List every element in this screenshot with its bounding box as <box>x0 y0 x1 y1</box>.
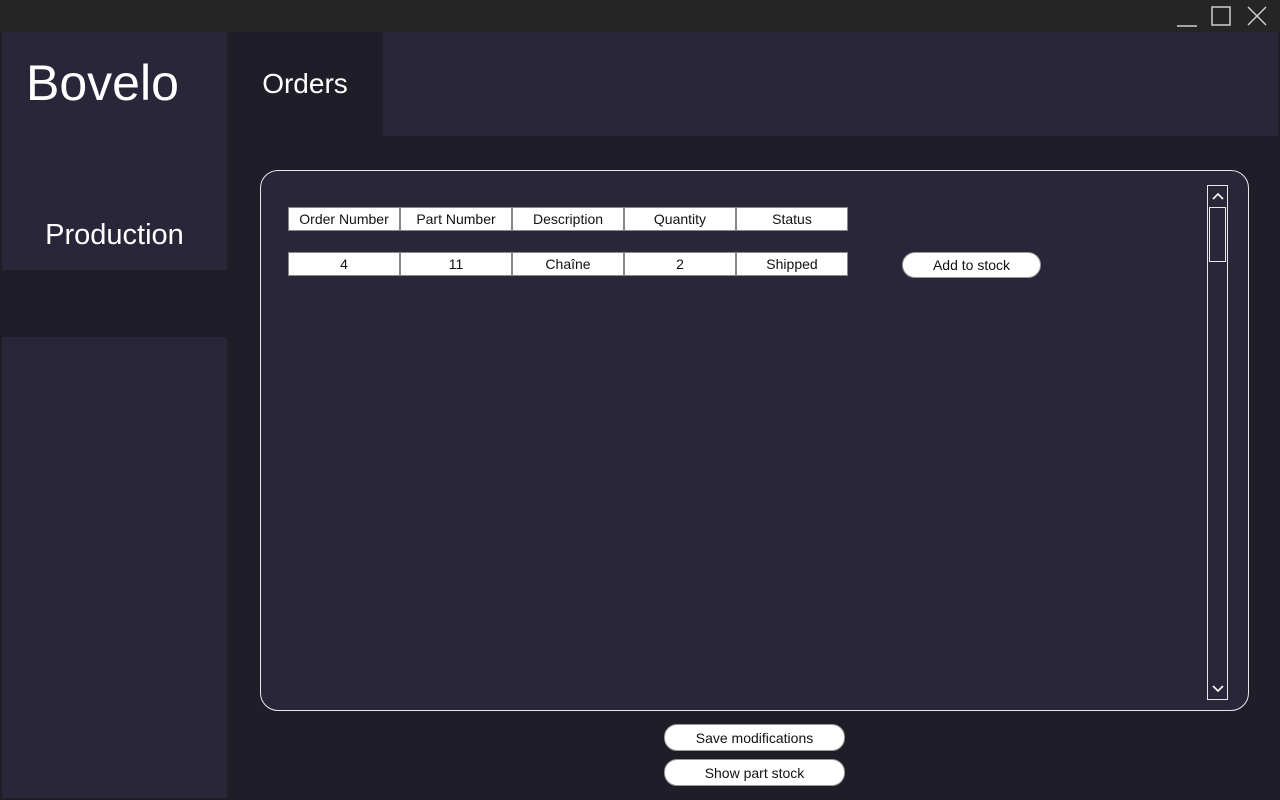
column-header-order-number: Order Number <box>288 207 400 231</box>
minimize-icon <box>1177 25 1197 27</box>
add-to-stock-button[interactable]: Add to stock <box>902 252 1041 278</box>
maximize-button[interactable] <box>1204 0 1238 32</box>
cell-part-number[interactable]: 11 <box>400 252 512 276</box>
window-titlebar <box>0 0 1280 32</box>
header-bar <box>383 32 1278 136</box>
tab-orders[interactable]: Orders <box>227 32 383 136</box>
scrollbar-thumb[interactable] <box>1209 207 1226 262</box>
show-part-stock-button[interactable]: Show part stock <box>664 759 845 786</box>
vertical-scrollbar[interactable] <box>1207 185 1228 700</box>
maximize-icon <box>1211 6 1231 26</box>
close-icon <box>1247 6 1267 26</box>
chevron-up-icon <box>1211 192 1224 200</box>
scroll-up-button[interactable] <box>1208 186 1227 206</box>
sidebar <box>2 32 227 798</box>
minimize-button[interactable] <box>1170 0 1204 32</box>
scroll-down-button[interactable] <box>1208 679 1227 699</box>
cell-order-number[interactable]: 4 <box>288 252 400 276</box>
column-header-quantity: Quantity <box>624 207 736 231</box>
column-header-description: Description <box>512 207 624 231</box>
sidebar-item-production[interactable]: Production <box>2 200 227 270</box>
close-button[interactable] <box>1240 0 1274 32</box>
cell-description[interactable]: Chaîne <box>512 252 624 276</box>
column-header-status: Status <box>736 207 848 231</box>
cell-status[interactable]: Shipped <box>736 252 848 276</box>
app-brand: Bovelo <box>26 55 179 111</box>
column-header-part-number: Part Number <box>400 207 512 231</box>
save-modifications-button[interactable]: Save modifications <box>664 724 845 751</box>
chevron-down-icon <box>1211 685 1224 693</box>
cell-quantity[interactable]: 2 <box>624 252 736 276</box>
sidebar-divider <box>2 270 227 337</box>
